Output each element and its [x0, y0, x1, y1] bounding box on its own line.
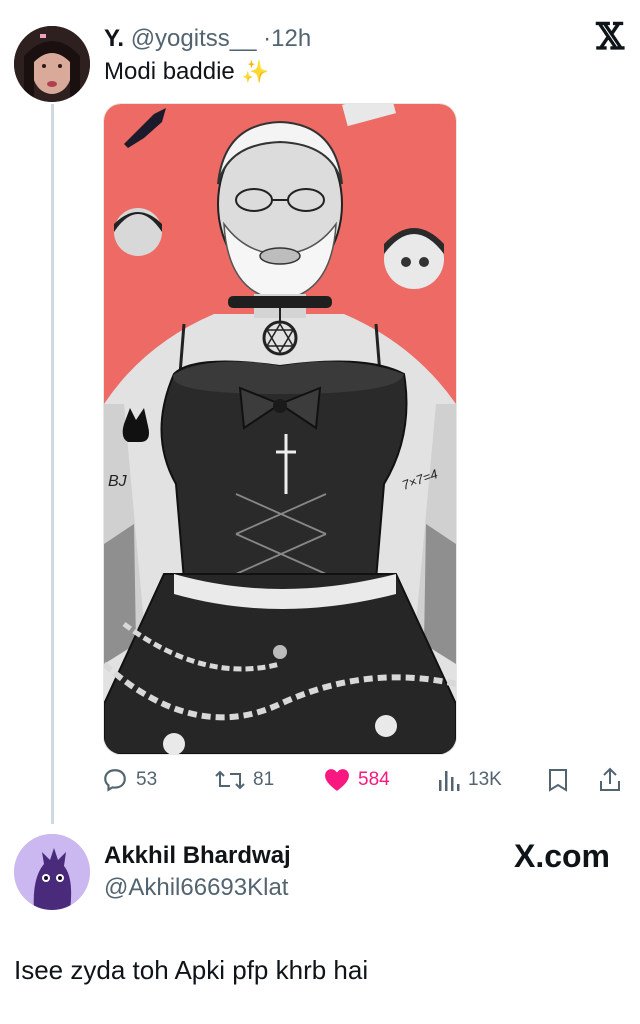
timestamp[interactable]: 12h: [271, 25, 311, 52]
reply-handle[interactable]: @Akhil66693Klat: [104, 874, 288, 902]
bookmark-button[interactable]: [548, 762, 568, 798]
post-text: Modi baddie ✨: [104, 58, 269, 86]
bookmark-icon: [549, 769, 567, 792]
reply-icon: [104, 769, 126, 792]
heart-icon: [325, 769, 349, 791]
reply-count: 53: [136, 769, 158, 790]
repost-button[interactable]: 81: [215, 762, 274, 798]
views-icon: [439, 771, 460, 791]
reply-button[interactable]: 53: [102, 762, 157, 798]
sparkles-emoji: ✨: [241, 59, 269, 84]
x-logo-icon[interactable]: 𝕏: [596, 16, 624, 58]
reply-display-name[interactable]: Akkhil Bhardwaj: [104, 842, 291, 870]
x-com-brand[interactable]: X.com: [514, 838, 610, 875]
thread-line: [51, 104, 54, 824]
post-image[interactable]: BJ 7×7=4: [103, 103, 457, 755]
share-icon: [600, 767, 620, 791]
like-count: 584: [358, 769, 390, 790]
action-bar: 53 81 584 13K: [100, 762, 630, 798]
post-header: Y. @yogitss__ ·12h: [104, 25, 311, 53]
post-text-body: Modi baddie: [104, 58, 235, 85]
reply-text: Isee zyda toh Apki pfp khrb hai: [14, 955, 369, 985]
reply-avatar[interactable]: [14, 834, 90, 910]
repost-count: 81: [253, 769, 275, 790]
avatar[interactable]: [14, 26, 90, 102]
separator: ·: [263, 25, 272, 52]
repost-icon: [215, 770, 245, 790]
arm-tattoo-left: BJ: [108, 473, 128, 490]
share-button[interactable]: [598, 762, 622, 798]
view-count: 13K: [468, 769, 502, 790]
handle[interactable]: @yogitss__: [131, 25, 257, 52]
display-name[interactable]: Y.: [104, 25, 124, 52]
like-button[interactable]: 584: [324, 762, 390, 798]
views-button[interactable]: 13K: [438, 762, 502, 798]
